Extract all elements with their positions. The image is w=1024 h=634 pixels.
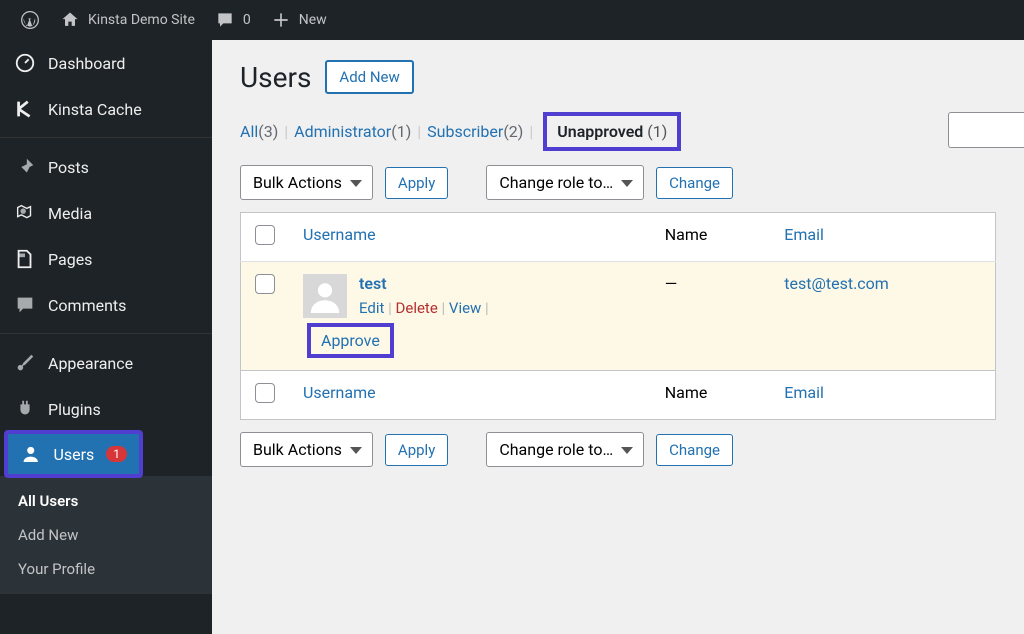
select-all-checkbox[interactable]	[255, 225, 275, 245]
new-label: New	[299, 12, 327, 28]
username-link[interactable]: test	[359, 274, 387, 293]
submenu-all-users[interactable]: All Users	[0, 484, 212, 518]
tablenav-top: Bulk Actions Apply Change role to… Chang…	[240, 165, 996, 200]
filter-all[interactable]: All	[240, 122, 258, 141]
active-arrow	[212, 446, 222, 466]
filter-all-count: (3)	[258, 122, 278, 141]
comment-icon	[215, 10, 235, 30]
sidebar-item-label: Media	[48, 204, 92, 223]
dashboard-icon	[14, 52, 36, 74]
sidebar-item-label: Posts	[48, 158, 89, 177]
plugin-icon	[14, 398, 36, 420]
select-all-checkbox-bottom[interactable]	[255, 383, 275, 403]
search-input[interactable]	[948, 112, 1024, 148]
edit-link[interactable]: Edit	[359, 299, 384, 317]
comments-count: 0	[243, 12, 251, 28]
wp-logo[interactable]	[10, 10, 50, 30]
sidebar-item-appearance[interactable]: Appearance	[0, 340, 212, 386]
filter-admin-count: (1)	[391, 122, 411, 141]
change-button-bottom[interactable]: Change	[656, 434, 733, 466]
table-row: test Edit | Delete | View | Approve — te…	[241, 262, 996, 371]
apply-button[interactable]: Apply	[385, 167, 448, 199]
pin-icon	[14, 156, 36, 178]
sidebar-item-label: Users	[53, 445, 94, 464]
users-submenu: All Users Add New Your Profile	[0, 476, 212, 594]
col-username-bottom[interactable]: Username	[303, 383, 376, 402]
brush-icon	[14, 352, 36, 374]
sidebar-item-label: Dashboard	[48, 54, 125, 73]
col-email-bottom[interactable]: Email	[784, 383, 824, 402]
sidebar-item-label: Pages	[48, 250, 92, 269]
pages-icon	[14, 248, 36, 270]
media-icon	[14, 202, 36, 224]
sidebar-item-label: Kinsta Cache	[48, 100, 142, 119]
user-icon	[20, 443, 41, 465]
comments-icon	[14, 294, 36, 316]
sidebar-item-posts[interactable]: Posts	[0, 144, 212, 190]
col-name-bottom: Name	[651, 371, 771, 420]
wordpress-icon	[20, 10, 40, 30]
filter-administrator[interactable]: Administrator	[294, 122, 391, 141]
row-checkbox[interactable]	[255, 274, 275, 294]
submenu-profile[interactable]: Your Profile	[0, 552, 212, 586]
sidebar-item-users[interactable]: Users 1	[6, 432, 141, 476]
approve-button[interactable]: Approve	[307, 323, 394, 358]
sidebar-item-media[interactable]: Media	[0, 190, 212, 236]
view-link[interactable]: View	[449, 299, 481, 317]
add-new-button[interactable]: Add New	[325, 60, 413, 94]
col-email[interactable]: Email	[784, 225, 824, 244]
users-table: Username Name Email test Edit |	[240, 212, 996, 420]
change-role-select[interactable]: Change role to…	[486, 165, 644, 200]
admin-sidebar: Dashboard Kinsta Cache Posts Media Pages…	[0, 40, 212, 634]
site-link[interactable]: Kinsta Demo Site	[50, 10, 205, 30]
sidebar-item-dashboard[interactable]: Dashboard	[0, 40, 212, 86]
bulk-actions-select-bottom[interactable]: Bulk Actions	[240, 432, 373, 467]
menu-separator	[0, 132, 212, 138]
sidebar-item-comments[interactable]: Comments	[0, 282, 212, 328]
comments-link[interactable]: 0	[205, 10, 261, 30]
users-badge: 1	[106, 446, 127, 462]
plus-icon	[271, 10, 291, 30]
sidebar-item-label: Appearance	[48, 354, 133, 373]
sidebar-item-pages[interactable]: Pages	[0, 236, 212, 282]
delete-link[interactable]: Delete	[396, 299, 438, 317]
admin-bar: Kinsta Demo Site 0 New	[0, 0, 1024, 40]
filter-unapproved[interactable]: Unapproved (1)	[543, 112, 681, 151]
col-username[interactable]: Username	[303, 225, 376, 244]
filter-subscriber[interactable]: Subscriber	[427, 122, 503, 141]
page-title: Users	[240, 61, 311, 94]
change-button[interactable]: Change	[656, 167, 733, 199]
sidebar-item-label: Comments	[48, 296, 126, 315]
bulk-actions-select[interactable]: Bulk Actions	[240, 165, 373, 200]
change-role-select-bottom[interactable]: Change role to…	[486, 432, 644, 467]
submenu-add-new[interactable]: Add New	[0, 518, 212, 552]
new-link[interactable]: New	[261, 10, 337, 30]
site-name: Kinsta Demo Site	[88, 12, 195, 28]
cell-name: —	[651, 262, 771, 371]
apply-button-bottom[interactable]: Apply	[385, 434, 448, 466]
avatar	[303, 274, 347, 318]
row-actions: Edit | Delete | View |	[359, 299, 489, 317]
home-icon	[60, 10, 80, 30]
main-content: Users Add New All (3) | Administrator (1…	[212, 40, 1024, 499]
email-link[interactable]: test@test.com	[784, 274, 889, 293]
tablenav-bottom: Bulk Actions Apply Change role to… Chang…	[240, 432, 996, 467]
filter-subscriber-count: (2)	[503, 122, 523, 141]
sidebar-item-kinsta[interactable]: Kinsta Cache	[0, 86, 212, 132]
sidebar-item-label: Plugins	[48, 400, 101, 419]
col-name: Name	[651, 213, 771, 262]
kinsta-icon	[14, 98, 36, 120]
sidebar-item-plugins[interactable]: Plugins	[0, 386, 212, 432]
menu-separator	[0, 328, 212, 334]
filter-links: All (3) | Administrator (1) | Subscriber…	[240, 112, 996, 151]
